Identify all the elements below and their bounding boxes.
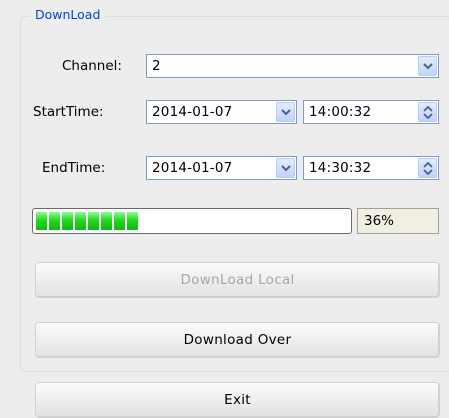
start-date-value: 2014-01-07 xyxy=(152,104,233,120)
progress-percent-box: 36% xyxy=(357,208,439,234)
channel-dropdown-button[interactable] xyxy=(418,56,437,76)
progress-block xyxy=(114,212,125,230)
start-date-dropdown-button[interactable] xyxy=(276,102,295,122)
download-group-title: DownLoad xyxy=(30,7,106,22)
progress-block xyxy=(127,212,138,230)
download-local-button[interactable]: DownLoad Local xyxy=(35,262,440,298)
start-time-value: 14:00:32 xyxy=(309,104,372,120)
download-progress-bar xyxy=(32,208,352,234)
end-time-spin-buttons[interactable] xyxy=(418,158,437,178)
start-time-label: StartTime: xyxy=(33,104,104,120)
chevron-down-icon xyxy=(423,63,433,70)
download-over-button[interactable]: Download Over xyxy=(35,322,440,358)
progress-fill xyxy=(36,212,148,230)
end-time-label: EndTime: xyxy=(42,160,106,176)
channel-select[interactable]: 2 xyxy=(146,54,439,78)
end-time-value: 14:30:32 xyxy=(309,160,372,176)
progress-block xyxy=(75,212,86,230)
start-date-picker[interactable]: 2014-01-07 xyxy=(146,100,297,124)
channel-label: Channel: xyxy=(62,58,122,74)
exit-button[interactable]: Exit xyxy=(35,382,440,418)
progress-block xyxy=(88,212,99,230)
progress-block xyxy=(36,212,47,230)
end-date-picker[interactable]: 2014-01-07 xyxy=(146,156,297,180)
end-date-value: 2014-01-07 xyxy=(152,160,233,176)
end-time-spinner[interactable]: 14:30:32 xyxy=(303,156,439,180)
start-time-spin-buttons[interactable] xyxy=(418,102,437,122)
progress-block xyxy=(62,212,73,230)
chevron-down-icon xyxy=(281,165,291,172)
up-down-arrows-icon xyxy=(423,106,433,119)
progress-block xyxy=(49,212,60,230)
up-down-arrows-icon xyxy=(423,162,433,175)
chevron-down-icon xyxy=(281,109,291,116)
progress-percent-text: 36% xyxy=(364,213,395,229)
start-time-spinner[interactable]: 14:00:32 xyxy=(303,100,439,124)
end-date-dropdown-button[interactable] xyxy=(276,158,295,178)
progress-block xyxy=(101,212,112,230)
channel-value: 2 xyxy=(152,58,161,74)
